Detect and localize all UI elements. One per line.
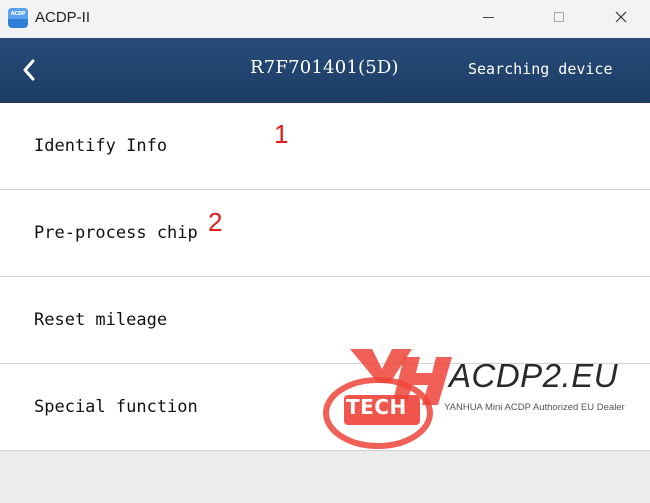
function-menu: Identify Info Pre-process chip Reset mil… bbox=[0, 103, 650, 451]
app-logo-text: ACDP bbox=[10, 11, 26, 17]
step-2-annotation: 2 bbox=[208, 207, 223, 237]
window-title-bar: ACDP ACDP-II bbox=[0, 0, 650, 38]
menu-item-label: Pre-process chip bbox=[34, 223, 198, 243]
maximize-button[interactable] bbox=[536, 0, 582, 34]
minimize-icon bbox=[482, 16, 494, 18]
bottom-panel bbox=[0, 451, 650, 503]
app-header: R7F701401(5D) Searching device bbox=[0, 38, 650, 103]
step-1-annotation: 1 bbox=[274, 119, 289, 149]
chevron-left-icon bbox=[23, 59, 35, 81]
maximize-icon bbox=[554, 12, 564, 22]
app-logo-icon: ACDP bbox=[8, 8, 28, 28]
page-title: R7F701401(5D) bbox=[250, 57, 399, 78]
close-button[interactable] bbox=[598, 0, 644, 34]
back-button[interactable] bbox=[12, 52, 46, 88]
menu-item-special-function[interactable]: Special function bbox=[0, 364, 650, 451]
menu-item-label: Reset mileage bbox=[34, 310, 168, 330]
menu-item-pre-process-chip[interactable]: Pre-process chip bbox=[0, 190, 650, 277]
menu-item-label: Special function bbox=[34, 397, 198, 417]
menu-item-label: Identify Info bbox=[34, 136, 168, 156]
menu-item-reset-mileage[interactable]: Reset mileage bbox=[0, 277, 650, 364]
connection-status: Searching device bbox=[468, 60, 613, 78]
window-title: ACDP-II bbox=[35, 9, 91, 26]
close-icon bbox=[615, 11, 627, 23]
minimize-button[interactable] bbox=[465, 0, 511, 34]
menu-item-identify-info[interactable]: Identify Info bbox=[0, 103, 650, 190]
